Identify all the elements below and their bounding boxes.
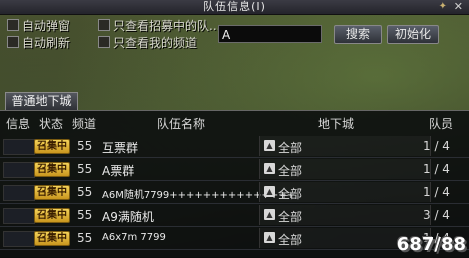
header-members: 队员 <box>429 117 454 131</box>
info-cell <box>3 139 35 155</box>
dungeon-label: 全部 <box>278 210 303 224</box>
status-badge: 召集中 <box>34 231 70 246</box>
team-name-cell: A9满随机 <box>102 210 154 224</box>
channel-cell: 55 <box>77 162 93 176</box>
info-cell <box>3 231 35 247</box>
checkbox-icon <box>98 36 110 48</box>
members-cell: 1 / 4 <box>423 139 450 153</box>
dungeon-icon: ▲ <box>264 140 275 151</box>
info-cell <box>3 162 35 178</box>
members-cell: 3 / 4 <box>423 208 450 222</box>
header-status: 状态 <box>39 117 64 131</box>
header-team-name: 队伍名称 <box>157 117 206 131</box>
dungeon-icon: ▲ <box>264 163 275 174</box>
table-row[interactable]: 召集中 55 A9满随机 ▲ 全部 3 / 4 <box>0 205 469 227</box>
auto-refresh-checkbox[interactable]: 自动刷新 <box>7 36 70 50</box>
status-badge: 召集中 <box>34 208 70 223</box>
table-row[interactable]: 召集中 55 A票群 ▲ 全部 1 / 4 <box>0 159 469 181</box>
team-name-cell: A票群 <box>102 164 135 178</box>
only-recruiting-checkbox[interactable]: 只查看招募中的队... <box>98 19 220 33</box>
members-cell: 1 / 4 <box>423 185 450 199</box>
table-row[interactable]: 召集中 55 A6M随机7799+++++++++++++++ ▲ 全部 1 /… <box>0 182 469 204</box>
checkbox-icon <box>7 19 19 31</box>
reset-button[interactable]: 初始化 <box>387 25 439 44</box>
only-my-channel-checkbox[interactable]: 只查看我的频道 <box>98 36 197 50</box>
checkbox-icon <box>98 19 110 31</box>
dungeon-icon: ▲ <box>264 209 275 220</box>
channel-cell: 55 <box>77 231 93 245</box>
channel-cell: 55 <box>77 208 93 222</box>
status-badge: 召集中 <box>34 162 70 177</box>
pin-icon[interactable]: ✦ <box>439 0 447 14</box>
dungeon-label: 全部 <box>278 141 303 155</box>
channel-cell: 55 <box>77 139 93 153</box>
only-my-channel-label: 只查看我的频道 <box>113 36 198 50</box>
info-cell <box>3 185 35 201</box>
header-channel: 频道 <box>72 117 97 131</box>
title-bar[interactable]: 队伍信息(I) ✦ ✕ <box>0 0 469 15</box>
search-button[interactable]: 搜索 <box>334 25 382 44</box>
auto-popup-checkbox[interactable]: 自动弹窗 <box>7 19 70 33</box>
tab-normal-dungeon[interactable]: 普通地下城 <box>5 92 78 110</box>
team-name-cell: 互票群 <box>102 141 139 155</box>
dungeon-label: 全部 <box>278 187 303 201</box>
members-cell: 1 / 4 <box>423 162 450 176</box>
auto-refresh-label: 自动刷新 <box>22 36 71 50</box>
table-row[interactable]: 召集中 55 互票群 ▲ 全部 1 / 4 <box>0 136 469 158</box>
checkbox-icon <box>7 36 19 48</box>
dungeon-label: 全部 <box>278 233 303 247</box>
team-name-cell: A6x7m 7799 <box>102 232 166 243</box>
header-info: 信息 <box>6 117 31 131</box>
dungeon-icon: ▲ <box>264 232 275 243</box>
close-icon[interactable]: ✕ <box>454 0 463 14</box>
table-header: 信息 状态 频道 队伍名称 地下城 队员 <box>0 114 469 132</box>
only-recruiting-label: 只查看招募中的队... <box>113 19 221 33</box>
dungeon-label: 全部 <box>278 164 303 178</box>
channel-cell: 55 <box>77 185 93 199</box>
header-dungeon: 地下城 <box>318 117 355 131</box>
search-input[interactable]: A <box>218 25 322 43</box>
window-title: 队伍信息(I) <box>203 0 266 13</box>
info-cell <box>3 208 35 224</box>
auto-popup-label: 自动弹窗 <box>22 19 71 33</box>
dungeon-icon: ▲ <box>264 186 275 197</box>
status-badge: 召集中 <box>34 139 70 154</box>
watermark: 687/88 <box>396 234 466 255</box>
status-badge: 召集中 <box>34 185 70 200</box>
